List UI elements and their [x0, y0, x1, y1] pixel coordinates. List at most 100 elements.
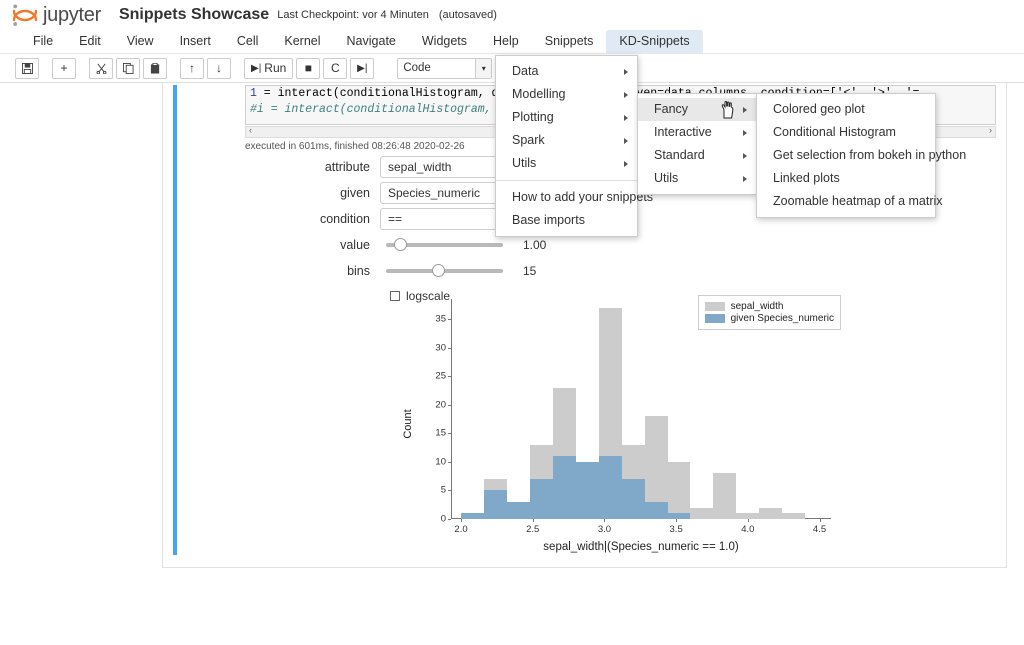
chart-y-axis — [451, 299, 452, 519]
menu-widgets[interactable]: Widgets — [409, 30, 480, 53]
value-slider[interactable] — [386, 238, 503, 251]
kd-menu-item-modelling[interactable]: Modelling — [496, 83, 637, 106]
bins-slider[interactable] — [386, 264, 503, 277]
histogram-bar-given-species — [644, 501, 668, 519]
copy-icon[interactable] — [116, 57, 140, 79]
y-tick-label: 25 — [435, 370, 446, 382]
histogram-bar-given-species — [552, 456, 576, 519]
plotting-menu-item-utils[interactable]: Utils — [638, 167, 756, 190]
legend-entry-0: sepal_width — [704, 301, 834, 312]
cell-type-value: Code — [403, 62, 431, 74]
kd-menu-label-modelling: Modelling — [512, 87, 566, 101]
menu-kd-snippets[interactable]: KD-Snippets — [606, 30, 703, 53]
y-tick-label: 10 — [435, 456, 446, 468]
fancy-menu-item-zoomable-heatmap[interactable]: Zoomable heatmap of a matrix — [757, 190, 943, 213]
histogram-bar-given-species — [667, 513, 691, 519]
cell-type-select[interactable]: Code ▾ — [397, 57, 493, 79]
menu-kernel[interactable]: Kernel — [271, 30, 333, 53]
kd-snippets-dropdown: Data Modelling Plotting Spark Utils How … — [495, 55, 653, 237]
chart-legend: sepal_width given Species_numeric — [697, 295, 841, 330]
execution-info: executed in 601ms, finished 08:26:48 202… — [245, 141, 465, 152]
menu-insert[interactable]: Insert — [167, 30, 224, 53]
menu-cell[interactable]: Cell — [224, 30, 272, 53]
plotting-menu-item-standard[interactable]: Standard — [638, 144, 756, 167]
menu-edit[interactable]: Edit — [66, 30, 114, 53]
bins-readout: 15 — [523, 264, 537, 278]
x-tick-label: 3.0 — [597, 524, 612, 535]
x-tick-mark — [747, 519, 749, 522]
kd-menu-item-how-to-add[interactable]: How to add your snippets — [496, 186, 653, 209]
chart-plot-area: 0 5 10 15 20 25 30 35 2.0 2.5 3.0 3.5 4.0 4.5 — [435, 299, 831, 535]
histogram-bar-sepal-width — [690, 507, 714, 519]
menu-navigate[interactable]: Navigate — [334, 30, 409, 53]
histogram-chart: Count 0 5 10 15 20 25 30 35 2.0 2.5 3.0 3.5 4.0 4.5 … — [402, 291, 853, 556]
move-cell-down-icon[interactable]: ↓ — [207, 57, 231, 79]
toolbar-group-run: ▶| Run ■ C ▶| — [244, 57, 377, 79]
chevron-right-icon — [624, 68, 628, 75]
insert-cell-below-icon[interactable]: + — [52, 57, 76, 79]
fancy-menu-item-colored-geo-plot[interactable]: Colored geo plot — [757, 98, 935, 121]
toolbar-group-file — [15, 57, 42, 79]
plotting-menu-label-standard: Standard — [654, 148, 705, 162]
fancy-menu-item-conditional-histogram[interactable]: Conditional Histogram — [757, 121, 935, 144]
x-tick-mark — [819, 519, 821, 522]
save-icon[interactable] — [15, 57, 39, 79]
kd-menu-label-utils: Utils — [512, 156, 537, 170]
jupyter-logo-text: jupyter — [43, 3, 101, 26]
attribute-label: attribute — [324, 160, 370, 174]
kd-menu-item-plotting[interactable]: Plotting — [496, 106, 637, 129]
paste-icon[interactable] — [143, 57, 167, 79]
histogram-bar-given-species — [506, 501, 530, 519]
kd-menu-item-base-imports[interactable]: Base imports — [496, 209, 637, 232]
logscale-checkbox[interactable] — [390, 291, 400, 301]
restart-run-all-icon[interactable]: ▶| — [350, 57, 375, 79]
x-tick-label: 2.5 — [526, 524, 540, 535]
plotting-menu-item-fancy[interactable]: Fancy — [638, 98, 756, 121]
jupyter-logo[interactable]: jupyter — [12, 4, 101, 27]
y-tick-label: 0 — [440, 513, 446, 525]
fancy-menu-item-linked-plots[interactable]: Linked plots — [757, 167, 935, 190]
plotting-menu-item-interactive[interactable]: Interactive — [638, 121, 756, 144]
chevron-right-icon — [743, 152, 747, 159]
kd-menu-separator — [496, 180, 637, 181]
mouse-cursor-icon — [720, 100, 735, 125]
menu-help[interactable]: Help — [480, 30, 532, 53]
menu-view[interactable]: View — [114, 30, 167, 53]
histogram-bar-sepal-width — [759, 507, 783, 519]
run-button[interactable]: ▶| Run — [244, 57, 294, 79]
legend-swatch-sepal-width — [704, 302, 725, 311]
attribute-value: sepal_width — [388, 160, 452, 174]
bins-slider-handle[interactable] — [431, 264, 445, 277]
histogram-bar-given-species — [598, 456, 622, 519]
y-tick-mark — [448, 404, 451, 406]
kd-menu-item-utils[interactable]: Utils — [496, 152, 637, 175]
move-cell-up-icon[interactable]: ↑ — [180, 57, 204, 79]
menu-bar: File Edit View Insert Cell Kernel Naviga… — [0, 30, 1024, 54]
restart-kernel-icon[interactable]: C — [323, 57, 348, 79]
cut-icon[interactable] — [89, 57, 113, 79]
notebook-title[interactable]: Snippets Showcase — [119, 6, 269, 24]
menu-file[interactable]: File — [20, 30, 66, 53]
fancy-menu-item-bokeh-selection[interactable]: Get selection from bokeh in python — [757, 144, 966, 167]
last-checkpoint-label: Last Checkpoint: vor 4 Minuten — [277, 9, 429, 21]
value-slider-handle[interactable] — [394, 238, 408, 251]
scroll-left-icon[interactable]: ‹ — [249, 125, 252, 135]
kd-menu-item-data[interactable]: Data — [496, 60, 637, 83]
plotting-menu-label-fancy: Fancy — [654, 102, 689, 116]
y-tick-label: 35 — [435, 313, 446, 325]
bins-label: bins — [347, 264, 370, 278]
kd-menu-item-spark[interactable]: Spark — [496, 129, 637, 152]
interrupt-kernel-icon[interactable]: ■ — [296, 57, 321, 79]
x-tick-mark — [676, 519, 678, 522]
legend-entry-1: given Species_numeric — [704, 313, 834, 324]
toolbar-group-insert: + — [52, 57, 79, 79]
plotting-menu-label-utils: Utils — [654, 171, 679, 185]
legend-label-sepal-width: sepal_width — [730, 301, 784, 312]
y-tick-mark — [448, 347, 451, 349]
condition-label: condition — [319, 212, 370, 226]
menu-snippets[interactable]: Snippets — [532, 30, 607, 53]
x-tick-mark — [604, 519, 606, 522]
chart-y-axis-label: Count — [402, 408, 414, 439]
scroll-right-icon[interactable]: › — [989, 125, 992, 135]
chevron-right-icon — [743, 175, 747, 182]
